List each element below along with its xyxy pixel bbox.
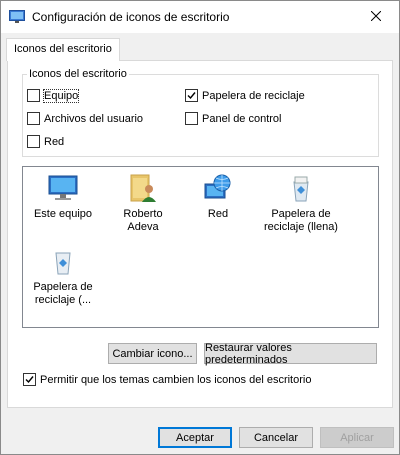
checkbox-panel-control[interactable]: Panel de control [185,112,282,125]
checkbox-box[interactable] [27,112,40,125]
checkbox-equipo[interactable]: Equipo [27,88,80,103]
change-icon-button[interactable]: Cambiar icono... [108,343,197,364]
checkbox-label: Papelera de reciclaje [202,89,305,102]
close-icon [370,10,382,24]
recycle-bin-full-icon [293,176,309,202]
checkbox-box[interactable] [27,89,40,102]
list-item-papelera-vacia[interactable]: Papelera de reciclaje (... [28,245,98,307]
checkbox-red[interactable]: Red [27,135,64,148]
apply-button[interactable]: Aplicar [320,427,394,448]
checkbox-label: Red [44,135,65,148]
display-settings-icon [9,10,25,24]
computer-icon [48,175,78,200]
tab-panel: Iconos del escritorio Equipo Papelera de… [7,60,393,408]
list-item-label: Papelera de reciclaje (llena) [264,208,338,233]
checkbox-box[interactable] [185,112,198,125]
list-item-red[interactable]: Red [183,172,253,221]
checkbox-label: Panel de control [202,112,282,125]
list-item-label: Red [207,208,229,220]
checkbox-papelera[interactable]: Papelera de reciclaje [185,89,305,102]
tab-iconos-del-escritorio[interactable]: Iconos del escritorio [6,38,120,61]
checkbox-label: Equipo [42,88,80,103]
list-item-label: Roberto Adeva [123,208,163,233]
list-item-roberto-adeva[interactable]: Roberto Adeva [108,172,178,234]
list-item-papelera-llena[interactable]: Papelera de reciclaje (llena) [260,172,342,234]
checkbox-archivos-usuario[interactable]: Archivos del usuario [27,112,143,125]
list-item-label: Este equipo [33,208,93,220]
checkmark-icon [25,376,34,384]
window-title: Configuración de iconos de escritorio [32,10,230,24]
checkbox-label: Permitir que los temas cambien los icono… [40,373,312,386]
groupbox-legend: Iconos del escritorio [27,68,129,80]
checkbox-label: Archivos del usuario [44,112,144,125]
close-button[interactable] [353,1,399,33]
restore-defaults-button[interactable]: Restaurar valores predeterminados [204,342,377,366]
checkbox-box-checked[interactable] [23,373,36,386]
accept-button[interactable]: Aceptar [158,427,232,448]
checkbox-allow-themes[interactable]: Permitir que los temas cambien los icono… [23,373,311,386]
list-item-label: Papelera de reciclaje (... [33,281,93,306]
checkbox-box-checked[interactable] [185,89,198,102]
cancel-button[interactable]: Cancelar [239,427,313,448]
checkbox-box[interactable] [27,135,40,148]
desktop-icons-list[interactable]: Este equipo Roberto Adeva Red Papelera d… [22,166,379,328]
checkmark-icon [187,92,196,100]
title-bar[interactable]: Configuración de iconos de escritorio [1,1,399,33]
user-folder-icon [130,174,156,202]
dialog-window: Configuración de iconos de escritorio Ic… [0,0,400,455]
recycle-bin-empty-icon [55,252,71,275]
network-globe-icon [204,174,231,199]
desktop-icons-groupbox: Iconos del escritorio Equipo Papelera de… [22,68,379,157]
dialog-body: Iconos del escritorio Iconos del escrito… [1,33,399,454]
list-item-este-equipo[interactable]: Este equipo [28,172,98,221]
